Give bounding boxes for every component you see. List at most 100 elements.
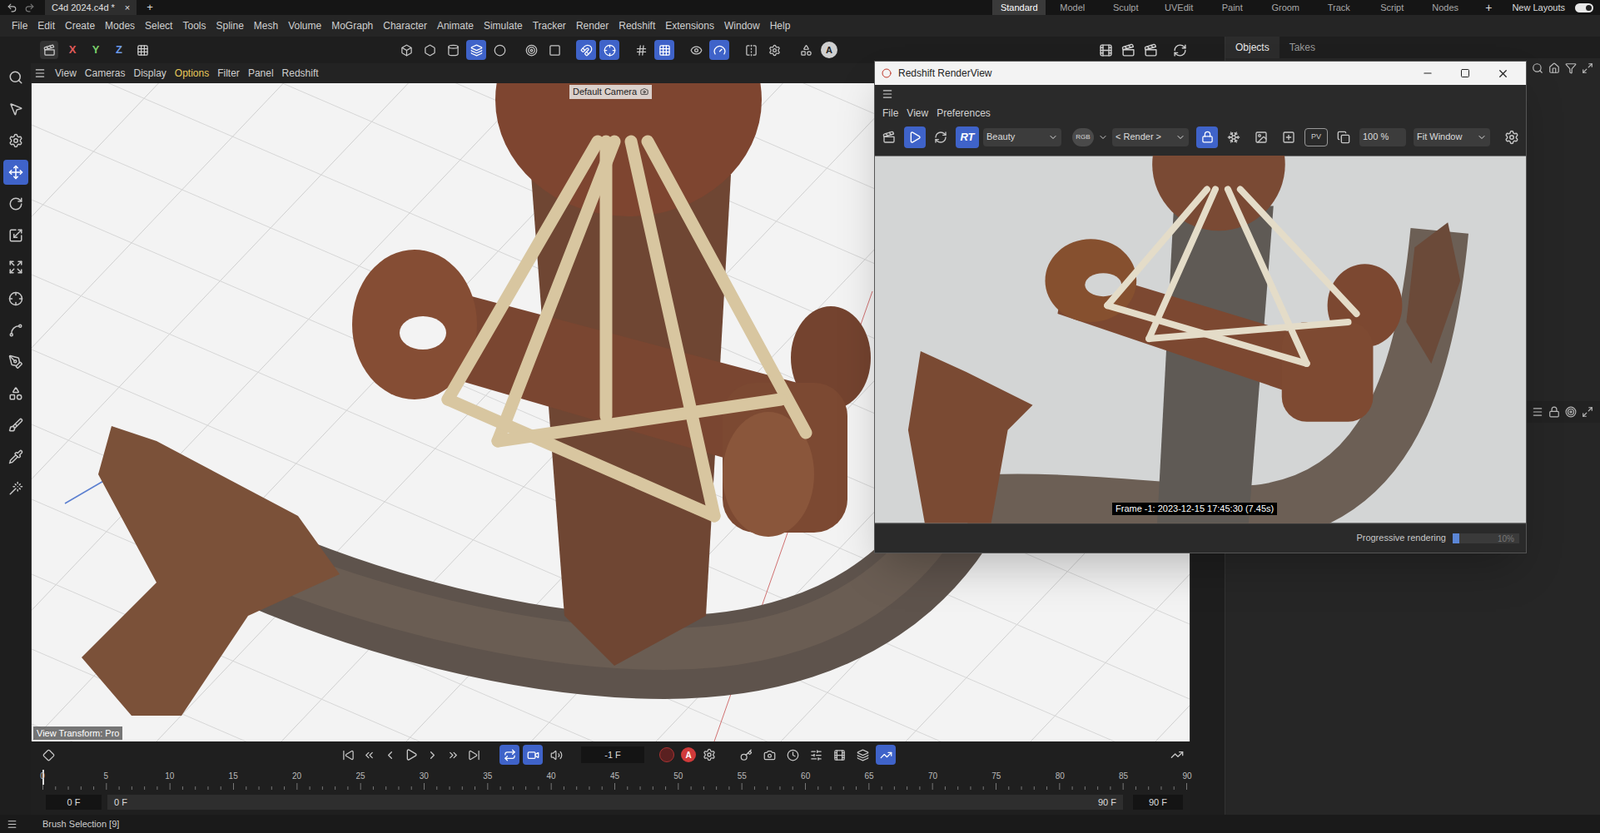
viewport-menu-item[interactable]: View (50, 65, 81, 81)
loop-button[interactable] (522, 745, 543, 766)
hexagon-button[interactable] (419, 39, 440, 60)
camera-label[interactable]: Default Camera (569, 84, 652, 100)
panel-tab[interactable]: Takes (1279, 36, 1326, 59)
snowflake-button[interactable] (1222, 126, 1246, 149)
layout-tab[interactable]: Track (1311, 0, 1366, 15)
menu-item[interactable]: Spline (210, 18, 249, 34)
menu-item[interactable]: Select (139, 18, 178, 34)
render-menu-item[interactable]: File (878, 105, 903, 121)
expand-tool[interactable] (3, 254, 29, 280)
autokey-button[interactable]: A (680, 747, 696, 763)
next-key-icon[interactable] (447, 749, 460, 762)
eye-button[interactable] (685, 39, 706, 60)
keyframe-icon[interactable] (42, 749, 55, 762)
render-menu-item[interactable]: Preferences (932, 105, 995, 121)
render-canvas[interactable]: Frame -1: 2023-12-15 17:45:30 (7.45s) (874, 155, 1526, 524)
loop-button[interactable] (546, 745, 567, 766)
menu-item[interactable]: Edit (32, 18, 60, 34)
axis-button[interactable]: Y (86, 40, 105, 60)
shapes-button[interactable] (795, 39, 816, 60)
target-icon[interactable] (1565, 406, 1577, 418)
minimize-icon[interactable] (1421, 67, 1434, 80)
go-end-icon[interactable] (467, 749, 481, 762)
refresh-button[interactable] (929, 126, 952, 149)
magnet-button[interactable] (576, 39, 597, 60)
menu-item[interactable]: Tracker (527, 18, 572, 34)
fit-dropdown[interactable]: Fit Window (1413, 128, 1491, 147)
key-button[interactable] (759, 745, 780, 766)
play-button[interactable] (904, 126, 926, 149)
render-dropdown[interactable]: < Render > (1112, 128, 1189, 147)
render-view-icon[interactable] (1121, 43, 1136, 58)
lock-button[interactable] (1196, 126, 1218, 149)
scale-tool[interactable] (3, 223, 29, 249)
pipette-tool[interactable] (3, 444, 29, 470)
prev-frame-icon[interactable] (383, 749, 397, 762)
layout-tab[interactable]: Nodes (1418, 0, 1472, 15)
redshift-ipr-icon[interactable] (1172, 43, 1188, 58)
rt-button[interactable]: RT (955, 126, 979, 149)
pen-tool[interactable] (3, 349, 29, 375)
go-start-icon[interactable] (342, 749, 355, 762)
shapes-tool[interactable] (3, 381, 29, 407)
rotate-tool[interactable] (3, 191, 29, 217)
layout-tab[interactable]: UVEdit (1152, 0, 1206, 15)
zoom-field[interactable]: 100 % (1359, 128, 1407, 147)
prev-key-icon[interactable] (362, 749, 376, 762)
gauge-button[interactable] (709, 39, 730, 60)
play-icon[interactable] (404, 748, 418, 762)
timeline-ruler[interactable]: 051015202530354045505560657075808590 (42, 768, 1188, 794)
layout-tab[interactable]: Model (1045, 0, 1099, 15)
square-button[interactable] (544, 39, 565, 60)
axis-button[interactable]: X (63, 40, 82, 60)
crosshair-tool[interactable] (3, 286, 29, 312)
layout-tab[interactable]: Sculpt (1098, 0, 1153, 15)
layout-tab[interactable]: Groom (1258, 0, 1312, 15)
record-button[interactable] (659, 747, 675, 763)
pv-button[interactable]: PV (1304, 128, 1328, 147)
panel-tab[interactable]: Objects (1225, 36, 1280, 59)
layers-button[interactable] (466, 39, 487, 60)
key-button[interactable] (782, 745, 803, 766)
viewport-menu-item[interactable]: Panel (243, 65, 279, 81)
move-tool[interactable] (3, 159, 29, 185)
axis-button[interactable]: Z (109, 40, 129, 60)
layout-tab[interactable]: Standard (992, 0, 1046, 15)
wand-tool[interactable] (3, 476, 29, 502)
menu-item[interactable]: Tools (177, 18, 211, 34)
rgb-button[interactable]: RGB (1072, 128, 1094, 147)
new-layouts-toggle[interactable] (1575, 3, 1594, 13)
key-button[interactable] (735, 745, 756, 766)
select-tool[interactable] (3, 96, 29, 122)
spline-tool[interactable] (3, 318, 29, 343)
mode-button[interactable]: A (820, 41, 838, 59)
menu-item[interactable]: Extensions (660, 18, 720, 34)
key-button[interactable] (852, 745, 873, 766)
lock-icon[interactable] (1548, 406, 1561, 418)
symmetry-button[interactable] (740, 39, 761, 60)
maximize-icon[interactable] (1581, 62, 1594, 75)
cube-button[interactable] (396, 39, 417, 60)
new-tab[interactable]: + (146, 0, 154, 16)
layout-tab[interactable]: Paint (1205, 0, 1259, 15)
menu-item[interactable]: Mesh (248, 18, 284, 34)
viewport-menu-item[interactable]: Cameras (80, 65, 130, 81)
list-icon[interactable] (1531, 406, 1544, 418)
hamburger-icon[interactable] (881, 88, 894, 100)
snap-button[interactable] (599, 39, 620, 60)
layout-tab[interactable]: Script (1365, 0, 1419, 15)
menu-item[interactable]: Redshift (613, 18, 661, 34)
loop-button[interactable] (499, 745, 520, 766)
brush-tool[interactable] (3, 412, 29, 438)
cylinder-button[interactable] (442, 39, 463, 60)
search-icon[interactable] (1531, 62, 1544, 75)
maximize-icon[interactable] (1581, 406, 1594, 418)
menu-item[interactable]: MoGraph (326, 18, 378, 34)
start-field[interactable]: 0 F (45, 795, 102, 810)
key-button[interactable] (805, 745, 826, 766)
gear-icon[interactable] (1504, 129, 1520, 145)
add-button[interactable] (1277, 126, 1301, 149)
menu-item[interactable]: Window (719, 18, 766, 34)
clapper-button[interactable] (878, 126, 900, 149)
range-slider[interactable]: 0 F90 F (107, 795, 1123, 810)
